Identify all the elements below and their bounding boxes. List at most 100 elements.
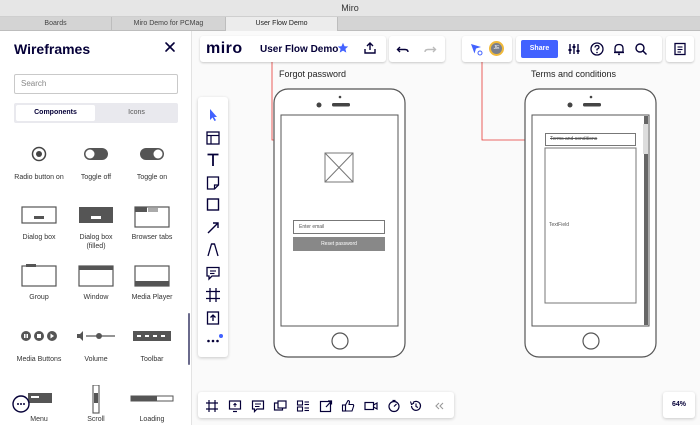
component-toggle-off[interactable]: Toggle off xyxy=(71,143,121,182)
terms-text-block[interactable]: Terms and conditions xyxy=(545,133,636,146)
toolbar-icon xyxy=(127,325,177,355)
export-icon[interactable] xyxy=(363,41,377,55)
loading-icon xyxy=(127,385,177,415)
browser-tabs-icon xyxy=(127,203,177,233)
star-icon[interactable] xyxy=(337,42,349,54)
component-radio-button-on[interactable]: Radio button on xyxy=(14,143,64,182)
more-tools-icon[interactable] xyxy=(203,331,223,349)
textfield-label: TextField xyxy=(549,222,570,228)
component-label: Media Player xyxy=(131,294,173,301)
close-icon[interactable] xyxy=(163,40,177,54)
frame-icon[interactable] xyxy=(203,286,223,304)
shape-icon[interactable] xyxy=(203,196,223,214)
sticky-note-icon[interactable] xyxy=(203,174,223,192)
screen-share-icon[interactable] xyxy=(228,399,242,413)
miro-logo[interactable]: miro xyxy=(206,40,243,58)
creation-toolbar xyxy=(198,97,228,357)
frame-title-forgot-password[interactable]: Forgot password xyxy=(279,69,346,79)
component-media-player[interactable]: Media Player xyxy=(127,263,177,302)
scroll-icon xyxy=(71,385,121,415)
phone-frame-terms[interactable] xyxy=(524,88,658,360)
wireframes-panel: Wireframes Search Components Icons Radio… xyxy=(0,31,192,425)
select-cursor-icon[interactable] xyxy=(203,106,223,124)
board-name[interactable]: User Flow Demo xyxy=(260,44,338,55)
component-label: Menu xyxy=(30,416,48,423)
panel-segmented-control: Components Icons xyxy=(14,103,178,123)
help-icon[interactable] xyxy=(590,42,604,56)
component-loading[interactable]: Loading xyxy=(127,385,177,424)
component-group[interactable]: Group xyxy=(14,263,64,302)
component-label: Window xyxy=(83,294,109,301)
radio-on-icon xyxy=(14,143,64,173)
window-title: Miro xyxy=(341,3,359,13)
component-label: Media Buttons xyxy=(16,356,62,363)
toggle-on-icon xyxy=(127,143,177,173)
comment-icon[interactable] xyxy=(203,264,223,282)
reset-password-button[interactable]: Reset password xyxy=(293,237,385,251)
image-placeholder-icon xyxy=(324,152,354,183)
text-icon[interactable] xyxy=(203,151,223,169)
component-toolbar[interactable]: Toolbar xyxy=(127,325,177,364)
notes-icon[interactable] xyxy=(673,42,687,56)
component-label: Toggle on xyxy=(136,174,168,181)
component-label: Toolbar xyxy=(140,356,164,363)
component-dialog-box-filled[interactable]: Dialog box (filled) xyxy=(71,203,121,251)
presentation-icon[interactable] xyxy=(273,399,287,413)
tab-icons[interactable]: Icons xyxy=(97,105,176,121)
component-window[interactable]: Window xyxy=(71,263,121,302)
component-label: Volume xyxy=(84,356,108,363)
avatar[interactable]: JE xyxy=(489,41,504,56)
dialog-box-icon xyxy=(14,203,64,233)
tab-boards[interactable]: Boards xyxy=(0,17,112,31)
search-icon[interactable] xyxy=(634,42,648,56)
bell-icon[interactable] xyxy=(612,42,626,56)
history-icon[interactable] xyxy=(409,399,423,413)
component-label: Toggle off xyxy=(80,174,112,181)
search-input[interactable]: Search xyxy=(14,74,178,94)
component-volume[interactable]: Volume xyxy=(71,325,121,364)
media-buttons-icon xyxy=(14,325,64,355)
cards-icon[interactable] xyxy=(296,399,310,413)
email-field[interactable]: Enter email xyxy=(293,220,385,234)
upload-icon[interactable] xyxy=(203,309,223,327)
undo-icon[interactable] xyxy=(396,42,410,56)
frame-title-terms[interactable]: Terms and conditions xyxy=(531,69,616,79)
zoom-level[interactable]: 64% xyxy=(663,392,695,418)
component-label: Dialog box (filled) xyxy=(79,234,113,250)
chat-bubble-icon[interactable] xyxy=(251,399,265,413)
dialog-box-filled-icon xyxy=(71,203,121,233)
browser-tab-strip: Boards Miro Demo for PCMag User Flow Dem… xyxy=(0,17,700,31)
video-icon[interactable] xyxy=(364,399,378,413)
tab-miro-demo[interactable]: Miro Demo for PCMag xyxy=(112,17,226,31)
component-scroll[interactable]: Scroll xyxy=(71,385,121,424)
component-label: Group xyxy=(29,294,49,301)
share-button[interactable]: Share xyxy=(521,40,558,58)
redo-icon[interactable] xyxy=(423,42,437,56)
component-dialog-box[interactable]: Dialog box xyxy=(14,203,64,242)
frames-icon[interactable] xyxy=(205,399,219,413)
component-label: Browser tabs xyxy=(131,234,173,241)
template-icon[interactable] xyxy=(203,129,223,147)
line-arrow-icon[interactable] xyxy=(203,219,223,237)
tab-components[interactable]: Components xyxy=(16,105,95,121)
component-media-buttons[interactable]: Media Buttons xyxy=(14,325,64,364)
thumbs-up-icon[interactable] xyxy=(341,399,355,413)
component-label: Radio button on xyxy=(14,174,64,181)
embed-link-icon[interactable] xyxy=(319,399,333,413)
timer-icon[interactable] xyxy=(387,399,401,413)
cursor-follow-icon[interactable] xyxy=(469,42,483,56)
group-icon xyxy=(14,263,64,293)
tab-user-flow-demo[interactable]: User Flow Demo xyxy=(226,17,338,31)
component-toggle-on[interactable]: Toggle on xyxy=(127,143,177,182)
panel-scrollbar[interactable] xyxy=(188,313,190,365)
component-label: Dialog box xyxy=(22,234,56,241)
component-browser-tabs[interactable]: Browser tabs xyxy=(127,203,177,242)
panel-title: Wireframes xyxy=(14,41,91,57)
settings-sliders-icon[interactable] xyxy=(567,42,581,56)
volume-icon xyxy=(71,325,121,355)
pen-icon[interactable] xyxy=(203,241,223,259)
window-title-bar: Miro xyxy=(0,0,700,17)
component-label: Scroll xyxy=(87,416,105,423)
collapse-chevrons-icon[interactable] xyxy=(432,399,446,413)
chat-icon[interactable] xyxy=(12,395,30,413)
